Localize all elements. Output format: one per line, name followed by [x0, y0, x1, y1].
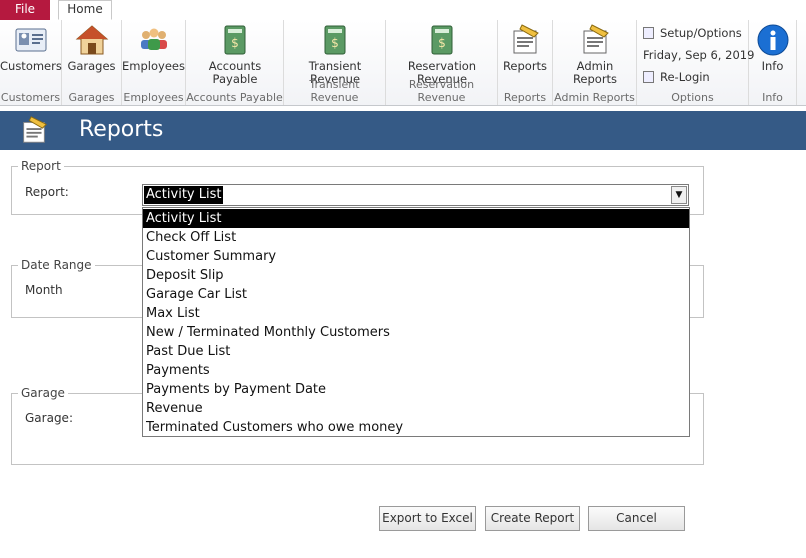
relogin-label: Re-Login: [660, 70, 710, 84]
dropdown-option-activity-list[interactable]: Activity List: [143, 209, 689, 228]
ledger-book-icon[interactable]: $: [318, 23, 352, 57]
garage-label: Garage:: [25, 411, 73, 425]
report-section-legend: Report: [18, 159, 64, 173]
dropdown-option-past-due-list[interactable]: Past Due List: [143, 342, 689, 361]
admin-report-icon[interactable]: [578, 23, 612, 57]
customers-button[interactable]: Customers: [0, 60, 62, 73]
employees-button[interactable]: Employees: [122, 60, 185, 73]
info-button[interactable]: Info: [749, 60, 796, 73]
dropdown-option-terminated-owe-money[interactable]: Terminated Customers who owe money: [143, 418, 689, 437]
svg-text:$: $: [331, 36, 339, 50]
group-customers: Customers Customers: [0, 20, 62, 105]
group-label-employees: Employees: [123, 91, 184, 104]
reports-button[interactable]: Reports: [498, 60, 552, 73]
ribbon: Customers Customers Garages Garages Empl…: [0, 20, 806, 106]
group-garages: Garages Garages: [62, 20, 122, 105]
group-label-accounts-payable: Accounts Payable: [186, 91, 283, 104]
month-label: Month: [25, 283, 63, 297]
garages-button[interactable]: Garages: [62, 60, 121, 73]
relogin-icon: [643, 71, 654, 83]
group-label-admin-reports: Admin Reports: [554, 91, 635, 104]
group-employees: Employees Employees: [122, 20, 186, 105]
cancel-button[interactable]: Cancel: [588, 506, 685, 531]
garage-legend: Garage: [18, 386, 68, 400]
group-label-transient-revenue: Transient Revenue: [309, 78, 360, 104]
report-icon: [18, 114, 50, 146]
admin-reports-button[interactable]: Admin Reports: [570, 60, 620, 86]
date-range-legend: Date Range: [18, 258, 95, 272]
dropdown-option-payments-by-date[interactable]: Payments by Payment Date: [143, 380, 689, 399]
group-label-garages: Garages: [68, 91, 115, 104]
chevron-down-icon[interactable]: ▼: [671, 186, 687, 204]
dropdown-option-customer-summary[interactable]: Customer Summary: [143, 247, 689, 266]
report-dropdown-list: Activity List Check Off List Customer Su…: [142, 207, 690, 437]
house-icon[interactable]: [75, 23, 109, 57]
export-to-excel-button[interactable]: Export to Excel: [379, 506, 476, 531]
dropdown-option-check-off-list[interactable]: Check Off List: [143, 228, 689, 247]
dropdown-option-max-list[interactable]: Max List: [143, 304, 689, 323]
svg-text:$: $: [438, 36, 446, 50]
ledger-book-icon[interactable]: $: [218, 23, 252, 57]
ledger-book-icon[interactable]: $: [425, 23, 459, 57]
current-date: Friday, Sep 6, 2019: [643, 48, 755, 62]
accounts-payable-button[interactable]: Accounts Payable: [205, 60, 265, 86]
group-reports: Reports Reports: [498, 20, 553, 105]
svg-text:$: $: [231, 36, 239, 50]
info-icon[interactable]: [756, 23, 790, 57]
dropdown-option-payments[interactable]: Payments: [143, 361, 689, 380]
customers-card-icon[interactable]: [14, 23, 48, 57]
report-icon[interactable]: [508, 23, 542, 57]
report-select[interactable]: Activity List ▼: [142, 184, 689, 206]
group-label-customers: Customers: [0, 91, 61, 104]
dropdown-option-garage-car-list[interactable]: Garage Car List: [143, 285, 689, 304]
relogin-button[interactable]: Re-Login: [643, 70, 710, 84]
dropdown-option-revenue[interactable]: Revenue: [143, 399, 689, 418]
people-icon[interactable]: [137, 23, 171, 57]
setup-options-label: Setup/Options: [660, 26, 742, 40]
dropdown-option-new-terminated-monthly[interactable]: New / Terminated Monthly Customers: [143, 323, 689, 342]
group-info: Info Info: [749, 20, 797, 105]
setup-options-button[interactable]: Setup/Options: [643, 26, 742, 40]
tab-file[interactable]: File: [0, 0, 50, 20]
report-select-value: Activity List: [144, 186, 224, 204]
group-options: Setup/Options Friday, Sep 6, 2019 Re-Log…: [637, 20, 754, 105]
report-label: Report:: [25, 185, 69, 199]
group-label-info: Info: [762, 91, 783, 104]
group-transient-revenue: $ Transient Revenue Transient Revenue: [284, 20, 386, 105]
group-admin-reports: Admin Reports Admin Reports: [553, 20, 637, 105]
group-label-options: Options: [671, 91, 714, 104]
dropdown-option-deposit-slip[interactable]: Deposit Slip: [143, 266, 689, 285]
setup-icon: [643, 27, 654, 39]
group-accounts-payable: $ Accounts Payable Accounts Payable: [186, 20, 284, 105]
page-title: Reports: [79, 117, 164, 142]
group-label-reports: Reports: [503, 91, 547, 104]
create-report-button[interactable]: Create Report: [485, 506, 580, 531]
form-header: Reports: [0, 111, 806, 150]
group-label-reservation-revenue: Reservation Revenue: [408, 78, 475, 104]
tab-home[interactable]: Home: [58, 0, 112, 20]
ribbon-tab-bar: File Home: [0, 0, 806, 21]
group-reservation-revenue: $ Reservation Revenue Reservation Revenu…: [386, 20, 498, 105]
